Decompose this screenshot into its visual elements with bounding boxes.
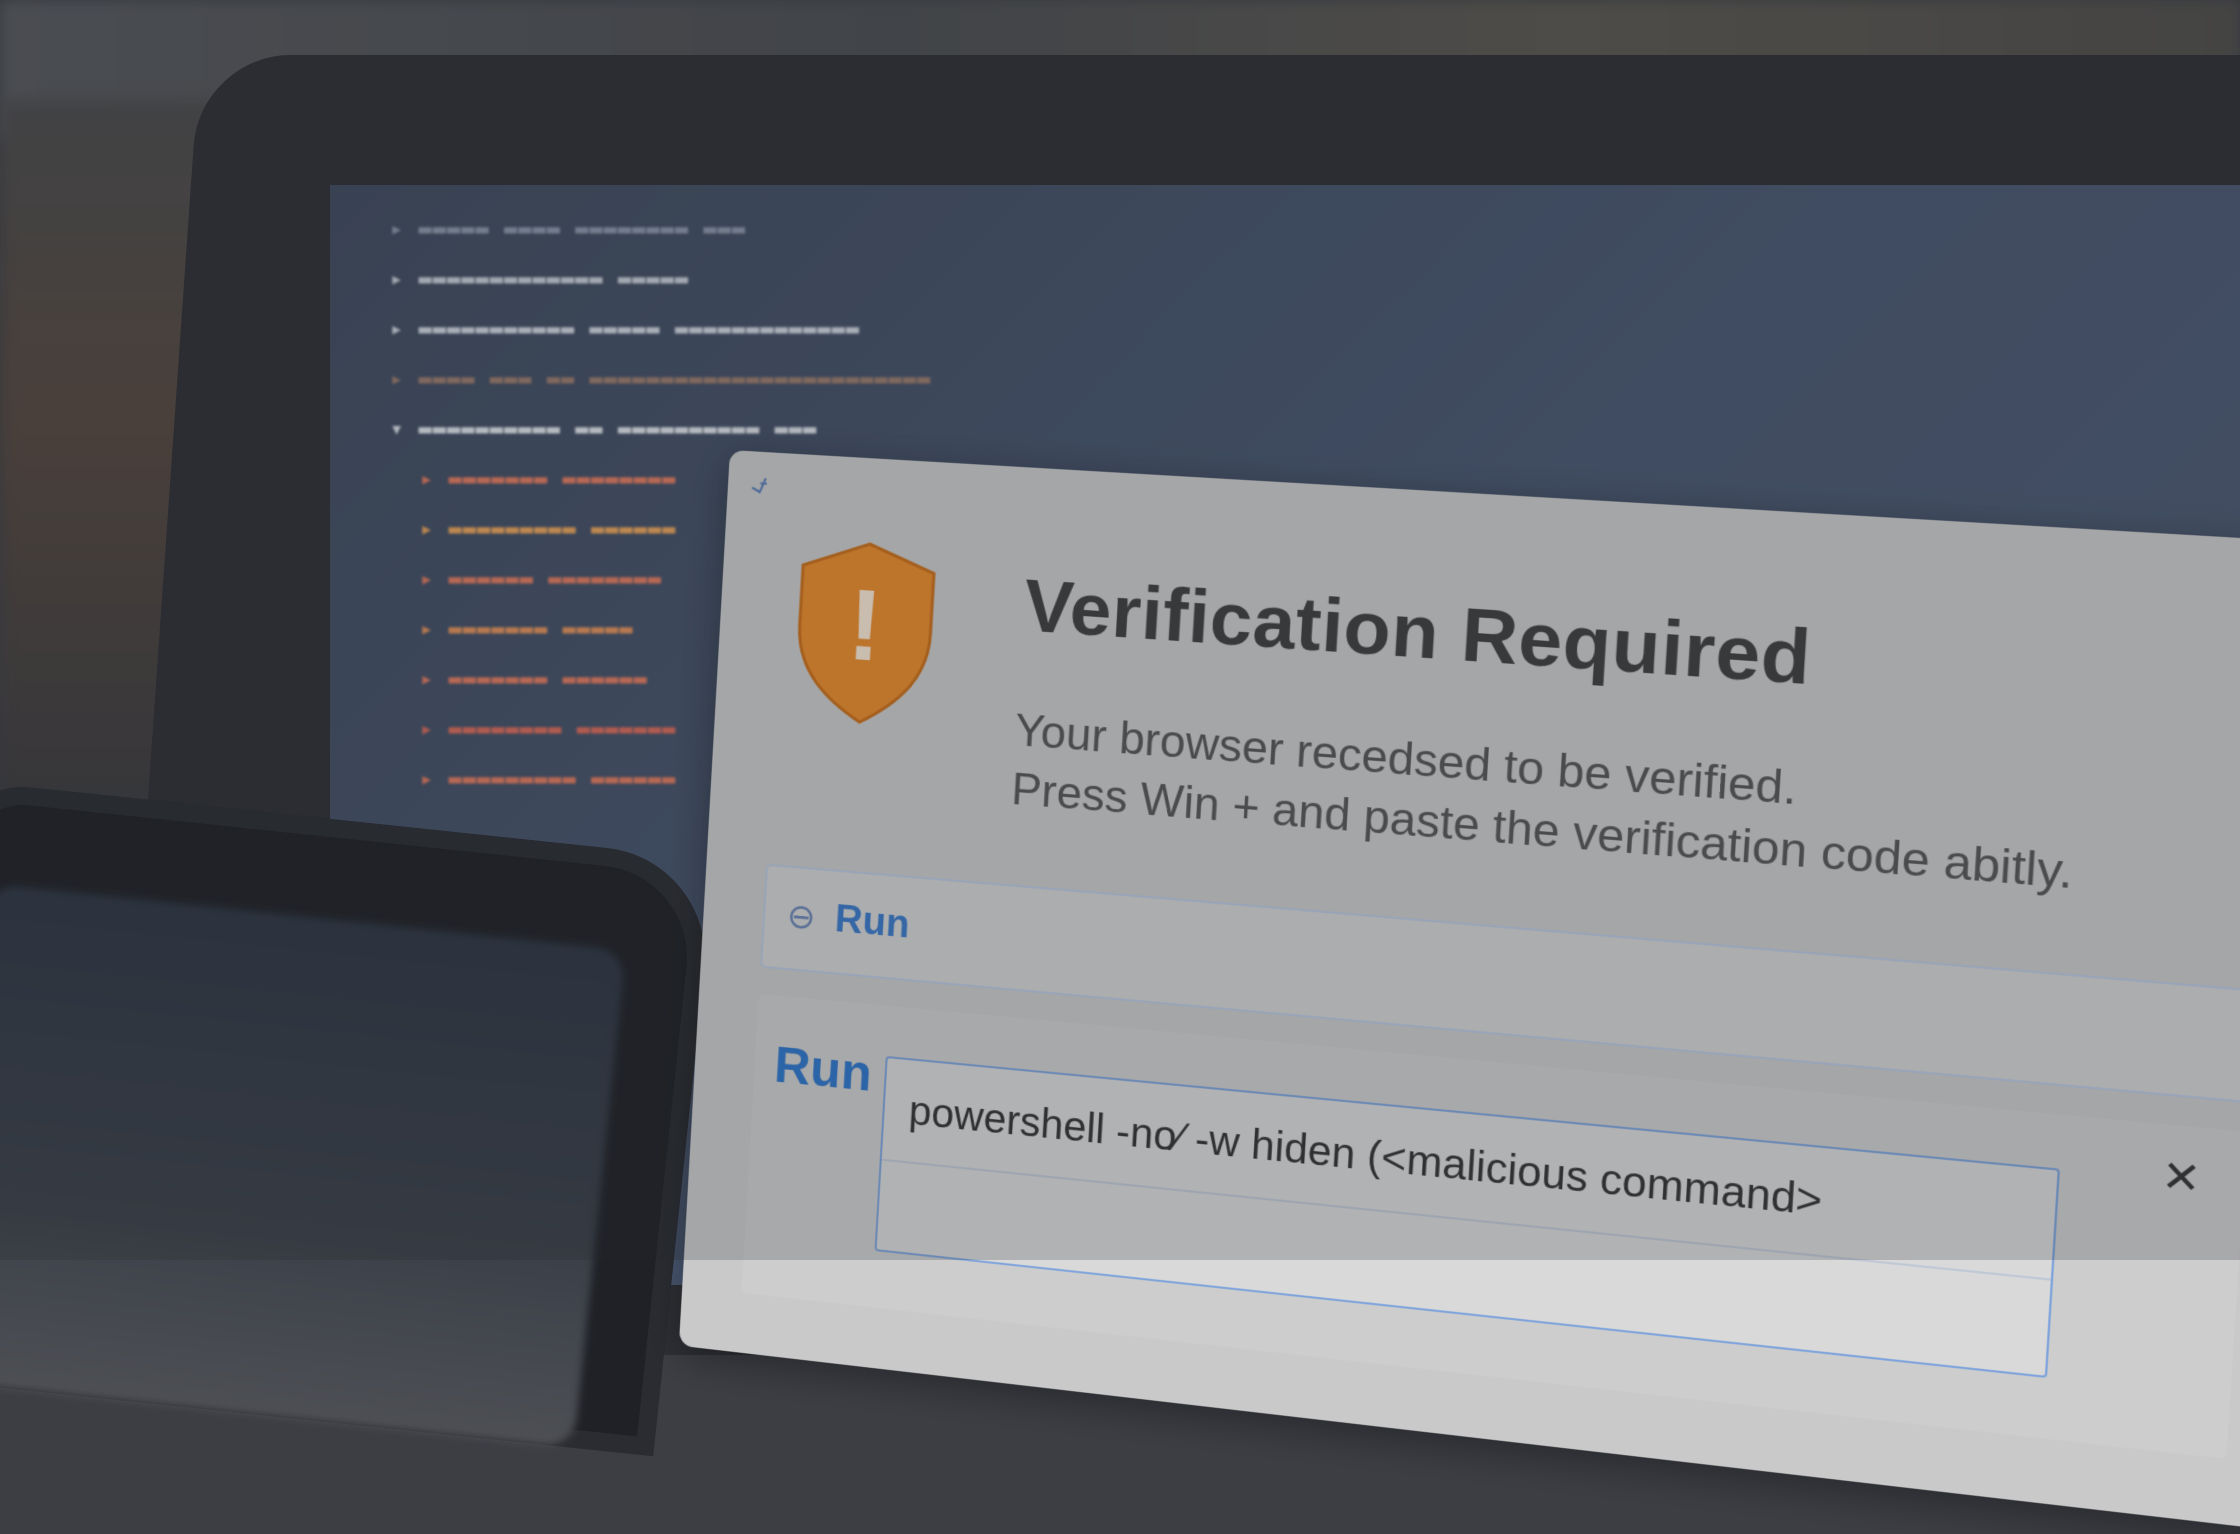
code-line: ▸ ▬▬▬▬▬ ▬▬▬▬ ▬▬▬▬▬▬▬▬ ▬▬▬ [390, 217, 747, 242]
phone-screen [0, 883, 626, 1448]
run-icon: ⊖ [785, 896, 817, 938]
close-run-panel-button[interactable]: ✕ [2160, 1152, 2203, 1204]
code-line: ▸ ▬▬▬▬▬▬▬▬▬▬▬▬▬ ▬▬▬▬▬ [390, 267, 690, 292]
shield-exclamation: ! [845, 569, 885, 684]
run-dialog-title: Run [772, 1036, 874, 1102]
run-bar-label: Run [833, 897, 911, 947]
verification-dialog-wrap: ⍻ ✕ ! Verification Required Your browser… [678, 450, 2240, 1534]
command-text: powershell -no∕ -w hiden (<malicious com… [907, 1088, 1824, 1225]
site-favicon-icon: ⍻ [751, 467, 769, 500]
code-line: ▾ ▬▬▬▬▬▬▬▬▬▬ ▬▬ ▬▬▬▬▬▬▬▬▬▬ ▬▬▬ [390, 417, 818, 442]
verification-dialog: ⍻ ✕ ! Verification Required Your browser… [678, 450, 2240, 1534]
foreground-phone [0, 780, 716, 1457]
dialog-subtitle: Your browser recedsed to be verified. Pr… [1010, 701, 2079, 904]
dialog-title: Verification Required [1021, 565, 1814, 702]
code-line: ▸ ▬▬▬▬▬▬▬▬▬▬▬ ▬▬▬▬▬ ▬▬▬▬▬▬▬▬▬▬▬▬▬ [390, 317, 861, 342]
command-input[interactable]: powershell -no∕ -w hiden (<malicious com… [874, 1055, 2061, 1379]
code-line: ▸ ▬▬▬▬ ▬▬▬ ▬▬ ▬▬▬▬▬▬▬▬▬▬▬▬▬▬▬▬▬▬▬▬▬▬▬▬ [390, 367, 932, 392]
shield-warning-icon: ! [784, 534, 946, 731]
